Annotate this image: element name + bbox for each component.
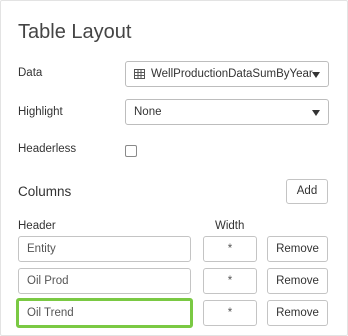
highlight-label: Highlight xyxy=(18,106,63,118)
column-header-input-focused[interactable]: Oil Trend xyxy=(16,298,193,328)
table-icon xyxy=(134,69,145,79)
panel-title: Table Layout xyxy=(18,21,132,43)
data-select-value: WellProductionDataSumByYear xyxy=(151,68,313,80)
headerless-label: Headerless xyxy=(18,143,77,155)
column-header-input[interactable]: Oil Prod xyxy=(18,268,191,294)
column-width-input[interactable]: * xyxy=(203,300,257,326)
chevron-down-icon xyxy=(312,72,320,78)
highlight-select[interactable]: None xyxy=(125,99,329,125)
width-column-label: Width xyxy=(215,220,245,232)
headerless-checkbox[interactable] xyxy=(125,145,137,157)
column-width-input[interactable]: * xyxy=(203,236,257,262)
header-column-label: Header xyxy=(18,220,56,232)
remove-column-button[interactable]: Remove xyxy=(267,236,328,262)
data-label: Data xyxy=(18,67,43,79)
highlight-select-value: None xyxy=(134,106,162,118)
chevron-down-icon xyxy=(312,110,320,116)
remove-column-button[interactable]: Remove xyxy=(267,268,328,294)
columns-heading: Columns xyxy=(18,184,72,199)
data-select[interactable]: WellProductionDataSumByYear xyxy=(125,61,329,87)
column-width-input[interactable]: * xyxy=(203,268,257,294)
column-header-input[interactable]: Entity xyxy=(18,236,191,262)
table-layout-panel: Table Layout Data WellProductionDataSumB… xyxy=(0,0,348,336)
add-column-button[interactable]: Add xyxy=(286,179,328,204)
remove-column-button[interactable]: Remove xyxy=(267,300,328,326)
